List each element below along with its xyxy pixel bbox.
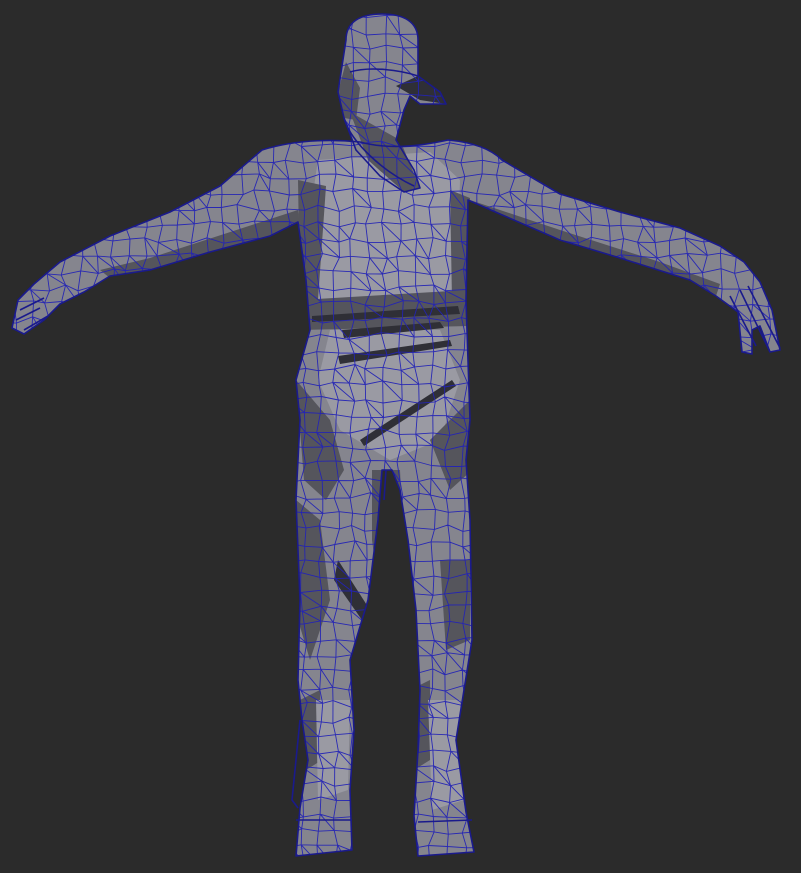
mesh-body[interactable] bbox=[0, 0, 801, 873]
character-model[interactable] bbox=[0, 0, 801, 873]
3d-viewport[interactable] bbox=[0, 0, 801, 873]
